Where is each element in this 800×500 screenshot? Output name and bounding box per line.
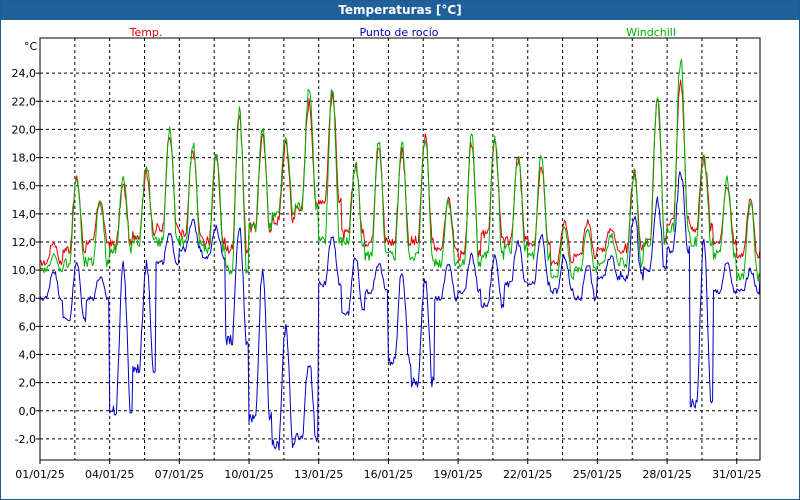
x-tick-label: 31/01/25 xyxy=(712,468,761,481)
y-tick-label: 6,0 xyxy=(19,320,37,333)
x-tick-label: 07/01/25 xyxy=(155,468,204,481)
x-tick-label: 25/01/25 xyxy=(573,468,622,481)
legend-dew-point: Punto de rocío xyxy=(359,26,438,39)
y-tick-label: 4,0 xyxy=(19,349,37,362)
x-tick-label: 28/01/25 xyxy=(642,468,691,481)
y-tick-label: 20,0 xyxy=(12,123,37,136)
legend-temp: Temp. xyxy=(129,26,163,39)
y-tick-label: 2,0 xyxy=(19,377,37,390)
y-tick-label: 22,0 xyxy=(12,95,37,108)
y-tick-label: 16,0 xyxy=(12,180,37,193)
x-tick-label: 19/01/25 xyxy=(433,468,482,481)
y-tick-label: 18,0 xyxy=(12,152,37,165)
y-tick-label: 24,0 xyxy=(12,67,37,80)
grid xyxy=(36,38,760,464)
y-tick-label: 10,0 xyxy=(12,264,37,277)
y-tick-label: 12,0 xyxy=(12,236,37,249)
x-tick-label: 13/01/25 xyxy=(294,468,343,481)
legend-windchill: Windchill xyxy=(626,26,676,39)
y-unit-label: °C xyxy=(24,40,38,53)
x-tick-label: 22/01/25 xyxy=(503,468,552,481)
temperature-chart: -2,0 0,0 2,0 4,0 6,0 8,0 10,0 12,0 14,0 16,0 18,0 2… xyxy=(12,26,762,481)
series-layer xyxy=(39,58,761,451)
x-tick-label: 10/01/25 xyxy=(224,468,273,481)
x-tick-label: 16/01/25 xyxy=(364,468,413,481)
y-tick-label: -2,0 xyxy=(15,433,36,446)
x-tick-label: 04/01/25 xyxy=(85,468,134,481)
y-tick-label: 8,0 xyxy=(19,292,37,305)
y-tick-label: 14,0 xyxy=(12,208,37,221)
series-line-temp xyxy=(39,79,761,267)
x-tick-label: 01/01/25 xyxy=(15,468,64,481)
y-tick-label: 0,0 xyxy=(19,405,37,418)
